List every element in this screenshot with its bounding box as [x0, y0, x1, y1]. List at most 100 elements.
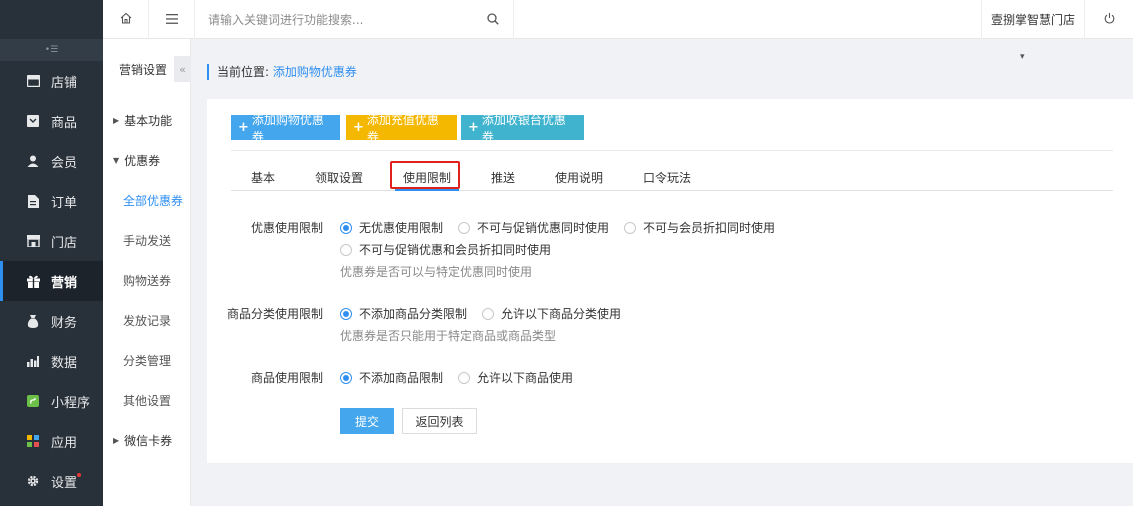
submenu-collapse-button[interactable]: «: [174, 56, 191, 82]
sidebar-item-label: 数据: [51, 355, 78, 371]
goods-limit-label: 商品使用限制: [250, 371, 323, 385]
radio-dot: [340, 307, 352, 320]
radio-no-discount-limit[interactable]: 无优惠使用限制: [340, 219, 443, 236]
submenu-group-label: 微信卡券: [124, 434, 173, 448]
radio-allow-goods[interactable]: 允许以下商品使用: [458, 369, 573, 386]
tab-push[interactable]: 推送: [491, 161, 515, 191]
sidebar-item-label: 设置: [51, 475, 78, 491]
sidebar-item-finance[interactable]: 财务: [0, 301, 103, 341]
secondary-menu: 营销设置 ▶ 基本功能 ▼ 优惠券 全部优惠券 手动发送 购物送券 发放记录 分…: [103, 39, 191, 506]
plus-icon: +: [353, 120, 364, 135]
submenu-item-other-settings[interactable]: 其他设置: [103, 381, 190, 421]
gear-icon: [26, 474, 40, 488]
breadcrumb: 当前位置: 添加购物优惠券: [207, 64, 357, 80]
sidebar-item-data[interactable]: 数据: [0, 341, 103, 381]
sidebar-collapse-toggle[interactable]: •☰: [0, 39, 103, 61]
sidebar-item-label: 财务: [51, 315, 78, 331]
store-name[interactable]: 壹捌掌智慧门店: [981, 0, 1085, 39]
home-button[interactable]: [103, 0, 149, 39]
radio-not-with-member-discount[interactable]: 不可与会员折扣同时使用: [624, 219, 775, 236]
breadcrumb-label: 当前位置:: [217, 65, 270, 79]
menu-button[interactable]: [149, 0, 195, 39]
discount-limit-label: 优惠使用限制: [250, 221, 323, 235]
power-icon: [1104, 12, 1115, 27]
sidebar-item-label: 订单: [51, 195, 78, 211]
search-input[interactable]: [195, 0, 485, 39]
sidebar-item-miniapp[interactable]: 小程序: [0, 381, 103, 421]
store-icon: [26, 74, 40, 88]
sidebar-item-label: 小程序: [51, 395, 91, 411]
sidebar-item-label: 会员: [51, 155, 78, 171]
menu-icon: [165, 13, 178, 27]
caret-down-icon: ▼: [113, 156, 120, 165]
logout-button[interactable]: [1085, 0, 1133, 39]
sidebar-item-apps[interactable]: 应用: [0, 421, 103, 461]
radio-label: 不添加商品分类限制: [359, 307, 468, 321]
submenu-item-shopping-gift[interactable]: 购物送券: [103, 261, 190, 301]
sidebar-item-label: 商品: [51, 115, 78, 131]
submenu-group-label: 优惠券: [124, 154, 161, 168]
caret-right-icon: ▶: [113, 436, 120, 445]
submenu-item-all-coupons[interactable]: 全部优惠券: [103, 181, 190, 221]
radio-label: 不可与促销优惠和会员折扣同时使用: [359, 243, 552, 257]
divider: [231, 150, 1113, 151]
radio-dot: [458, 221, 470, 234]
double-chevron-left-icon: «: [179, 62, 186, 76]
add-recharge-coupon-button[interactable]: + 添加充值优惠券: [346, 113, 457, 144]
tab-password-play[interactable]: 口令玩法: [643, 161, 691, 191]
sidebar-item-label: 营销: [51, 275, 78, 291]
sidebar-item-store[interactable]: 店铺: [0, 61, 103, 101]
radio-label: 允许以下商品使用: [477, 371, 574, 385]
submenu-group-wechat-card[interactable]: ▶ 微信卡券: [103, 421, 190, 461]
submenu-item-category-manage[interactable]: 分类管理: [103, 341, 190, 381]
tab-usage-instructions[interactable]: 使用说明: [555, 161, 603, 191]
apps-icon: [26, 434, 40, 448]
order-icon: [26, 194, 40, 208]
search-box: [195, 0, 514, 39]
tab-usage-limits[interactable]: 使用限制: [395, 161, 460, 191]
chart-icon: [26, 354, 40, 368]
add-cashier-coupon-button[interactable]: + 添加收银台优惠券: [461, 113, 584, 144]
sidebar-item-order[interactable]: 订单: [0, 181, 103, 221]
button-label: 添加充值优惠券: [366, 112, 439, 144]
sidebar-item-label: 应用: [51, 435, 78, 451]
top-bar: 壹捌掌智慧门店: [103, 0, 1133, 39]
radio-label: 不可与促销优惠同时使用: [477, 221, 610, 235]
discount-limit-hint: 优惠券是否可以与特定优惠同时使用: [340, 265, 533, 279]
submit-button[interactable]: 提交: [340, 408, 394, 434]
radio-no-goods-limit[interactable]: 不添加商品限制: [340, 369, 443, 386]
notification-dot: [77, 473, 81, 477]
search-icon[interactable]: [487, 13, 499, 28]
tab-receive-settings[interactable]: 领取设置: [315, 161, 363, 191]
sidebar-item-marketing[interactable]: 营销: [0, 261, 103, 301]
radio-no-category-limit[interactable]: 不添加商品分类限制: [340, 305, 467, 322]
chevron-down-icon[interactable]: ▾: [1020, 52, 1025, 62]
finance-icon: [26, 314, 40, 328]
add-shopping-coupon-button[interactable]: + 添加购物优惠券: [231, 113, 340, 144]
plus-icon: +: [238, 120, 249, 135]
sidebar-item-label: 门店: [51, 235, 78, 251]
plus-icon: +: [468, 120, 479, 135]
radio-dot: [624, 221, 636, 234]
radio-not-with-both[interactable]: 不可与促销优惠和会员折扣同时使用: [340, 241, 551, 258]
tab-bar: 基本 领取设置 使用限制 推送 使用说明 口令玩法: [231, 161, 1113, 191]
radio-dot: [458, 371, 470, 384]
submenu-group-basic[interactable]: ▶ 基本功能: [103, 101, 190, 141]
breadcrumb-current[interactable]: 添加购物优惠券: [273, 65, 357, 79]
sidebar-item-shop[interactable]: 门店: [0, 221, 103, 261]
radio-allow-categories[interactable]: 允许以下商品分类使用: [482, 305, 621, 322]
miniapp-icon: [26, 394, 40, 408]
radio-label: 不添加商品限制: [359, 371, 444, 385]
sidebar-item-member[interactable]: 会员: [0, 141, 103, 181]
radio-not-with-promotion[interactable]: 不可与促销优惠同时使用: [458, 219, 609, 236]
member-icon: [26, 154, 40, 168]
tab-basic[interactable]: 基本: [251, 161, 275, 191]
submenu-item-manual-send[interactable]: 手动发送: [103, 221, 190, 261]
sidebar-item-goods[interactable]: 商品: [0, 101, 103, 141]
submenu-item-send-records[interactable]: 发放记录: [103, 301, 190, 341]
sidebar-item-settings[interactable]: 设置: [0, 461, 103, 501]
main-content-card: + 添加购物优惠券 + 添加充值优惠券 + 添加收银台优惠券 基本 领取设置 使…: [207, 99, 1133, 463]
submenu-group-coupons[interactable]: ▼ 优惠券: [103, 141, 190, 181]
back-to-list-button[interactable]: 返回列表: [402, 408, 477, 434]
radio-dot: [482, 307, 494, 320]
